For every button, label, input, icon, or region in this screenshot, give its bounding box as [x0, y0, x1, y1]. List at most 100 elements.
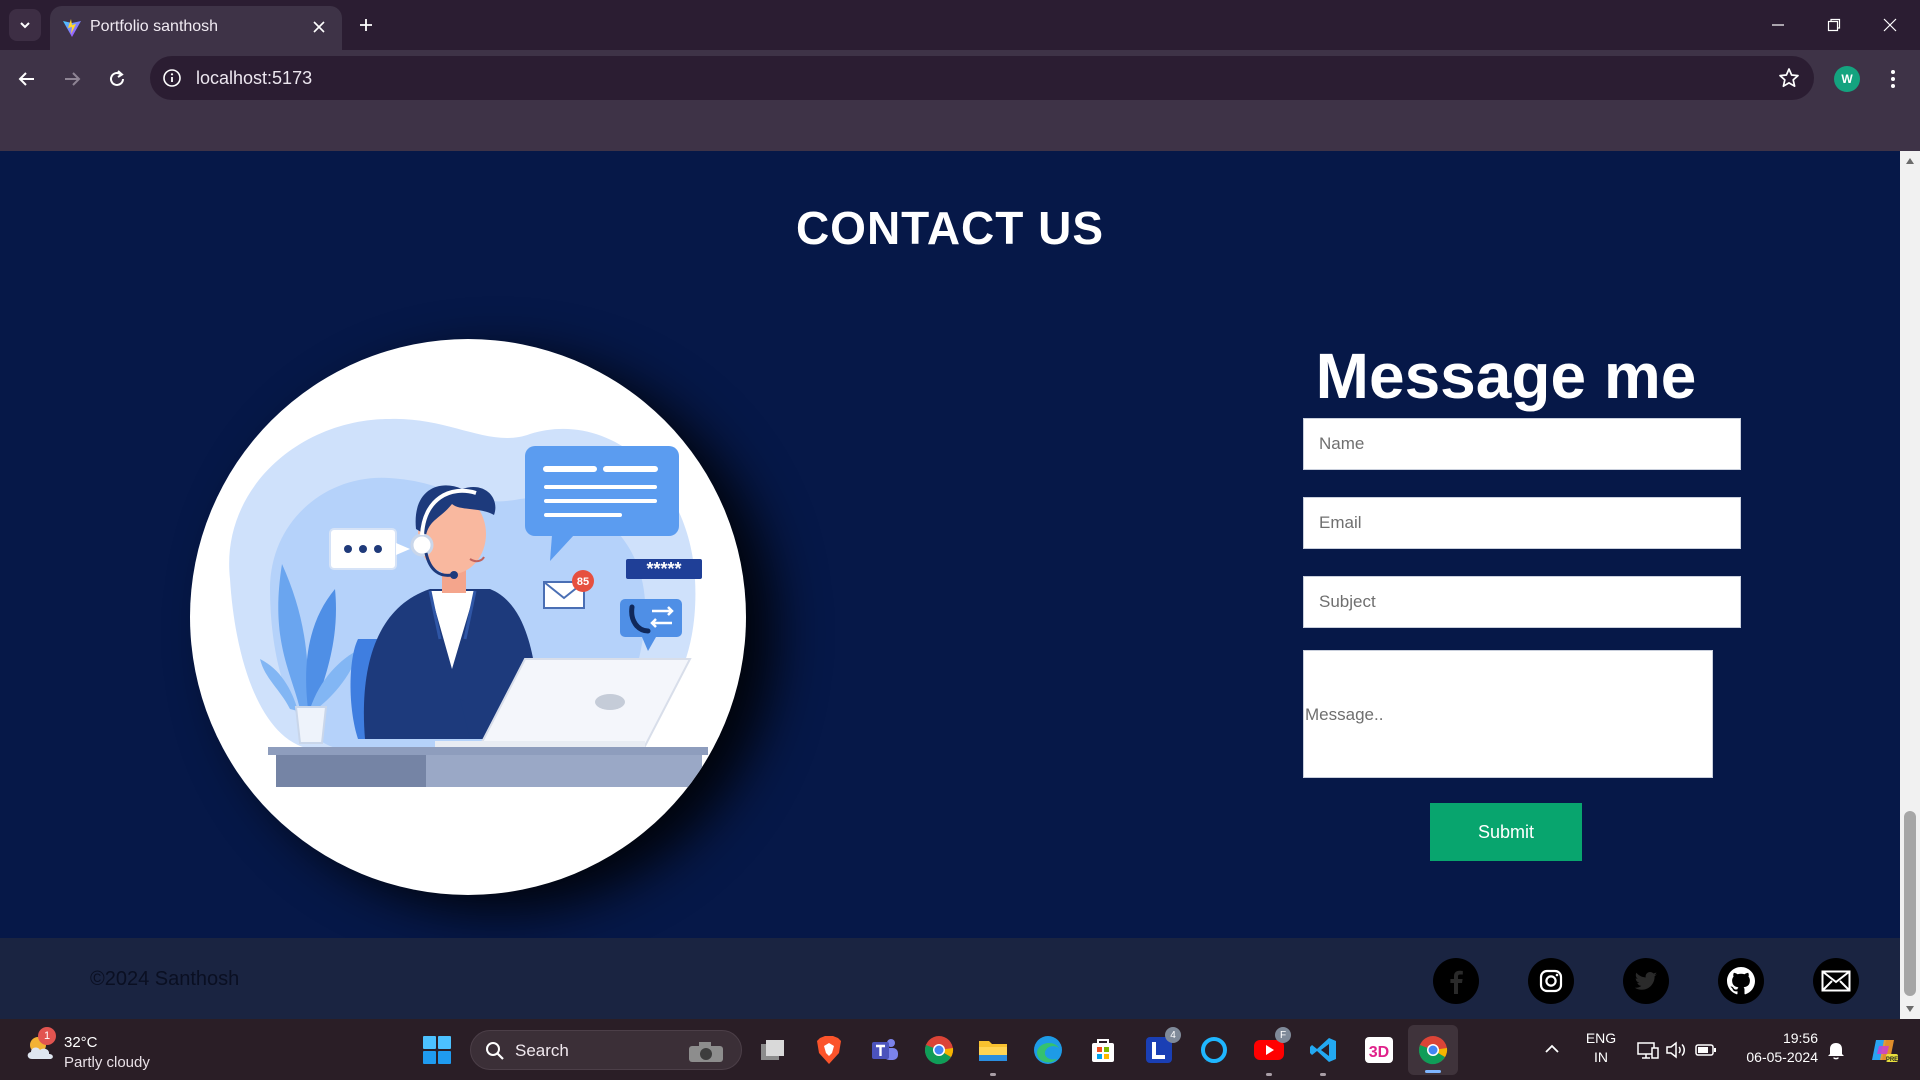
star-icon: [1779, 68, 1799, 88]
copilot-button[interactable]: PRE: [1866, 1038, 1900, 1063]
browser-tab[interactable]: Portfolio santhosh: [50, 6, 342, 50]
page-scrollbar[interactable]: [1900, 151, 1920, 1019]
restore-button[interactable]: [1806, 0, 1862, 50]
facebook-link[interactable]: [1433, 958, 1479, 1004]
search-highlight-icon: [689, 1042, 723, 1062]
message-textarea[interactable]: [1303, 650, 1713, 778]
plus-icon: [360, 19, 372, 31]
mail-badge-count: 85: [577, 576, 589, 588]
file-explorer-app[interactable]: [976, 1033, 1010, 1076]
chrome-app[interactable]: [922, 1033, 956, 1067]
submit-button[interactable]: Submit: [1430, 803, 1582, 861]
running-indicator: [1266, 1073, 1272, 1076]
scroll-up-button[interactable]: [1900, 153, 1920, 169]
battery-tray-button[interactable]: [1694, 1038, 1718, 1062]
bookmark-button[interactable]: [1776, 65, 1802, 91]
windows-taskbar: 1 32°C Partly cloudy Search 4 F 3D ENG I…: [0, 1019, 1920, 1080]
email-input[interactable]: [1303, 497, 1741, 549]
page-viewport: CONTACT US ***** 85 Message me Name Emai…: [0, 151, 1900, 1019]
address-bar[interactable]: localhost:5173: [150, 56, 1814, 100]
running-indicator: [990, 1073, 996, 1076]
taskbar-search[interactable]: Search: [470, 1030, 742, 1070]
teams-icon: [872, 1039, 898, 1060]
running-indicator: [1320, 1073, 1326, 1076]
minimize-icon: [1772, 24, 1784, 26]
volume-icon: [1666, 1041, 1685, 1059]
site-info-button[interactable]: [160, 66, 184, 90]
microsoft-store-app[interactable]: [1086, 1033, 1120, 1067]
l-app-badge: 4: [1165, 1027, 1181, 1043]
alexa-app[interactable]: [1197, 1033, 1231, 1067]
new-tab-button[interactable]: [352, 11, 380, 39]
form-title: Message me: [1315, 340, 1697, 412]
bell-icon: [1828, 1043, 1844, 1060]
windows-start-icon[interactable]: [422, 1035, 452, 1065]
brave-icon: [817, 1036, 841, 1064]
clock-date: 06-05-2024: [1746, 1049, 1818, 1065]
url-text: localhost:5173: [196, 68, 313, 88]
l-app[interactable]: 4: [1142, 1027, 1181, 1067]
copilot-icon: PRE: [1872, 1040, 1898, 1063]
taskbar-clock[interactable]: 19:56 06-05-2024: [1732, 1029, 1818, 1067]
instagram-icon: [1539, 969, 1563, 993]
3d-app[interactable]: 3D: [1362, 1033, 1396, 1067]
browser-menu-button[interactable]: [1880, 64, 1906, 94]
name-input[interactable]: [1303, 418, 1741, 470]
mail-icon: [1821, 970, 1851, 992]
reload-icon: [110, 70, 124, 86]
twitter-link[interactable]: [1623, 958, 1669, 1004]
profile-avatar[interactable]: W: [1834, 66, 1860, 92]
brave-app[interactable]: [812, 1033, 846, 1067]
minimize-button[interactable]: [1750, 0, 1806, 50]
volume-tray-button[interactable]: [1664, 1038, 1688, 1062]
show-hidden-icons-button[interactable]: [1540, 1037, 1564, 1061]
email-link[interactable]: [1813, 958, 1859, 1004]
clock-time: 19:56: [1782, 1030, 1818, 1046]
triangle-up-icon: [1906, 158, 1914, 164]
weather-description: Partly cloudy: [64, 1054, 150, 1071]
chrome-active-app[interactable]: [1408, 1025, 1458, 1075]
battery-icon: [1695, 1044, 1716, 1056]
region-code: IN: [1594, 1049, 1608, 1065]
search-label: Search: [515, 1041, 569, 1060]
github-link[interactable]: [1718, 958, 1764, 1004]
youtube-app[interactable]: F: [1252, 1027, 1291, 1076]
vscode-icon: [1310, 1038, 1336, 1062]
twitter-icon: [1634, 972, 1657, 990]
section-title: CONTACT US: [795, 202, 1105, 254]
tab-search-button[interactable]: [9, 9, 41, 41]
edge-app[interactable]: [1031, 1033, 1065, 1067]
weather-widget[interactable]: 1 32°C Partly cloudy: [20, 1027, 180, 1073]
subject-input[interactable]: [1303, 576, 1741, 628]
contact-section: CONTACT US ***** 85 Message me Name Emai…: [0, 151, 1900, 938]
microsoft-store-icon: [1092, 1039, 1114, 1062]
close-icon: [313, 21, 325, 33]
instagram-link[interactable]: [1528, 958, 1574, 1004]
vscode-app[interactable]: [1306, 1033, 1340, 1076]
reload-button[interactable]: [100, 62, 134, 96]
task-view-button[interactable]: [756, 1033, 790, 1067]
page-footer: ©2024 Santhosh: [0, 938, 1900, 1019]
forward-button[interactable]: [55, 62, 89, 96]
github-icon: [1727, 967, 1755, 995]
active-indicator: [1425, 1070, 1441, 1073]
scroll-thumb[interactable]: [1904, 811, 1916, 996]
tab-close-button[interactable]: [308, 16, 330, 38]
close-window-button[interactable]: [1862, 0, 1918, 50]
back-button[interactable]: [10, 62, 44, 96]
input-language-indicator[interactable]: ENG IN: [1584, 1029, 1618, 1067]
chrome-icon: [924, 1036, 954, 1065]
teams-app[interactable]: [868, 1033, 902, 1067]
network-tray-button[interactable]: [1636, 1038, 1660, 1062]
search-icon: [486, 1042, 504, 1060]
youtube-badge: F: [1275, 1027, 1291, 1043]
task-view-icon: [761, 1040, 784, 1060]
file-explorer-icon: [979, 1041, 1007, 1061]
scroll-down-button[interactable]: [1900, 1001, 1920, 1017]
weather-temperature: 32°C: [64, 1034, 98, 1051]
alexa-icon: [1201, 1037, 1227, 1063]
svg-text:PRE: PRE: [1886, 1057, 1898, 1063]
customer-support-illustration: ***** 85: [190, 339, 746, 895]
notifications-button[interactable]: [1824, 1038, 1848, 1062]
chrome-active-icon: [1418, 1036, 1448, 1065]
